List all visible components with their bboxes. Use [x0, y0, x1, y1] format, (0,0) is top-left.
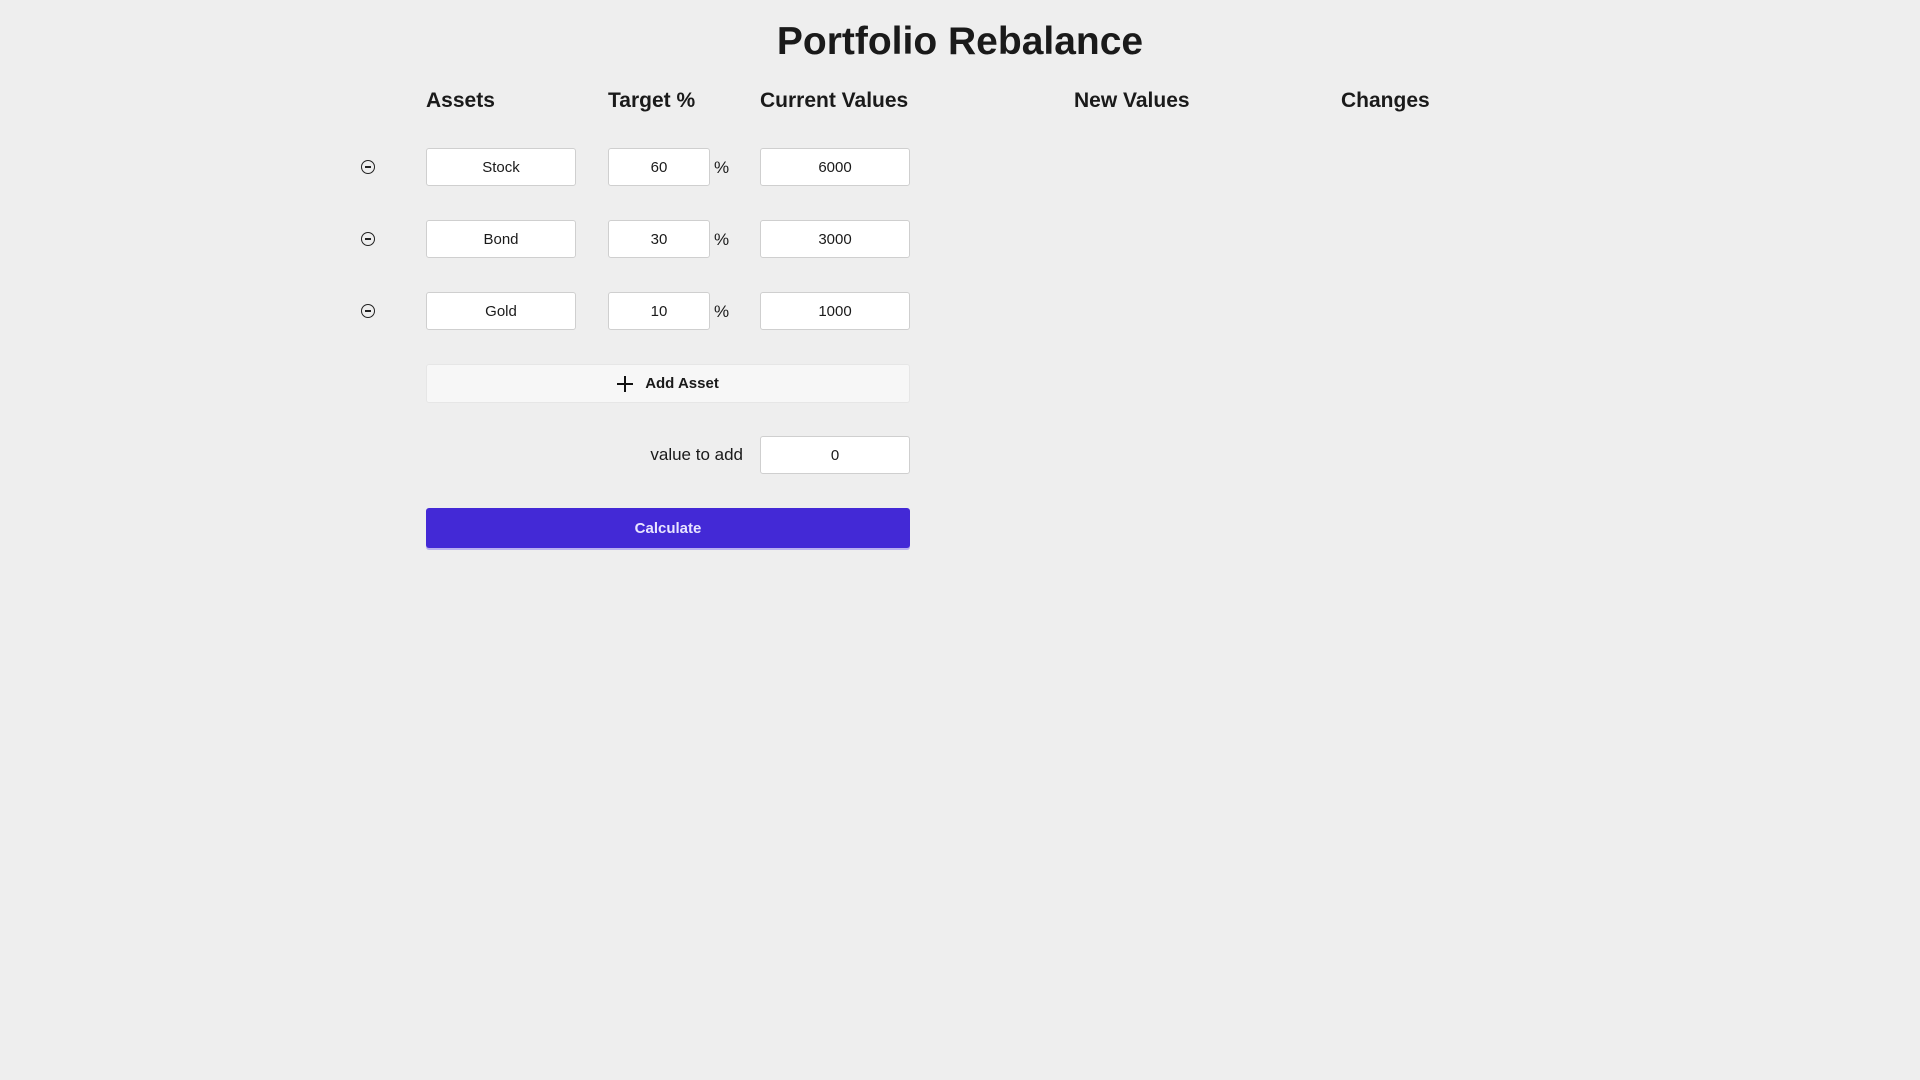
add-asset-button[interactable]: Add Asset [426, 364, 910, 403]
calculate-button[interactable]: Calculate [426, 508, 910, 548]
target-percent-input[interactable] [608, 292, 710, 330]
asset-name-input[interactable] [426, 292, 576, 330]
header-assets: Assets [426, 89, 495, 112]
current-value-input[interactable] [760, 148, 910, 186]
asset-name-input[interactable] [426, 220, 576, 258]
percent-sign: % [714, 302, 730, 321]
header-new-values: New Values [1074, 89, 1190, 112]
target-percent-input[interactable] [608, 148, 710, 186]
asset-name-input[interactable] [426, 148, 576, 186]
percent-sign: % [714, 230, 730, 249]
value-to-add-label: value to add [650, 445, 743, 464]
percent-sign: % [714, 158, 730, 177]
current-value-input[interactable] [760, 220, 910, 258]
target-percent-input[interactable] [608, 220, 710, 258]
remove-asset-icon[interactable] [361, 160, 375, 174]
remove-asset-icon[interactable] [361, 232, 375, 246]
value-to-add-input[interactable] [760, 436, 910, 474]
plus-icon [617, 375, 634, 392]
remove-asset-icon[interactable] [361, 304, 375, 318]
header-target: Target % [608, 89, 696, 112]
page-title: Portfolio Rebalance [776, 20, 1144, 63]
header-current-values: Current Values [760, 89, 909, 112]
current-value-input[interactable] [760, 292, 910, 330]
header-changes: Changes [1341, 89, 1430, 112]
add-asset-label: Add Asset [645, 375, 719, 392]
